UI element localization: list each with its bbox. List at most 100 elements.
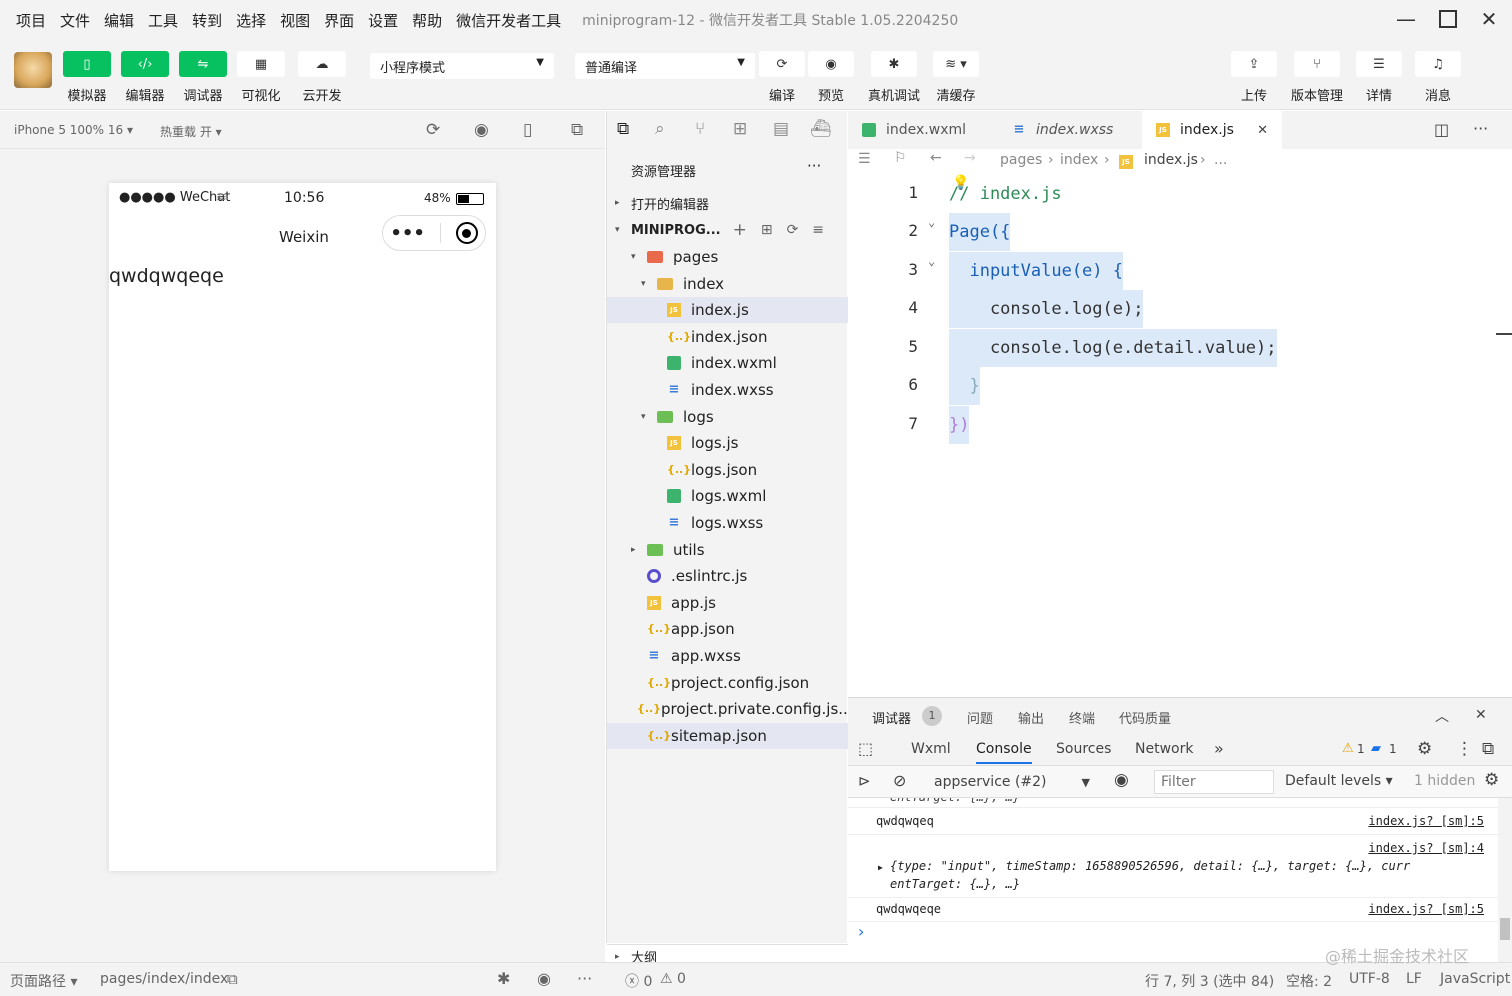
simulator-button[interactable]: ▯ 模拟器 bbox=[63, 51, 111, 104]
clear-console-icon[interactable]: ⊘ bbox=[893, 771, 906, 790]
tab-index-js[interactable]: JS index.js ✕ bbox=[1142, 111, 1282, 149]
compile-select[interactable]: 普通编译 ▼ bbox=[575, 53, 755, 79]
log-source-link[interactable]: index.js? [sm]:5 bbox=[1368, 902, 1484, 916]
rotate-icon[interactable]: ⟳ bbox=[426, 120, 440, 140]
language-mode[interactable]: JavaScript bbox=[1440, 971, 1510, 987]
tree-item[interactable]: .eslintrc.js bbox=[607, 563, 848, 589]
tree-item[interactable]: logs.wxml bbox=[607, 483, 848, 509]
close-tab-icon[interactable]: ✕ bbox=[1257, 123, 1268, 138]
bookmark-icon[interactable]: ⚐ bbox=[894, 150, 907, 166]
tab-terminal[interactable]: 终端 bbox=[1069, 708, 1095, 727]
breadcrumb-index[interactable]: index bbox=[1060, 152, 1098, 168]
menu-project[interactable]: 项目 bbox=[0, 10, 53, 31]
files-icon[interactable]: ⧉ bbox=[617, 119, 629, 139]
context-select[interactable]: appservice (#2) ▼ bbox=[926, 769, 1096, 795]
close-window-icon[interactable]: ✕ bbox=[1476, 7, 1502, 31]
encoding[interactable]: UTF-8 bbox=[1349, 971, 1390, 987]
chevron-right-icon[interactable]: ▸ bbox=[631, 545, 641, 555]
device-select[interactable]: iPhone 5 100% 16 ▾ bbox=[14, 123, 133, 137]
tab-index-wxml[interactable]: index.wxml bbox=[848, 111, 996, 149]
compile-button[interactable]: ⟳ 编译 bbox=[758, 51, 806, 104]
remote-debug-button[interactable]: ✱ 真机调试 bbox=[868, 51, 920, 104]
more-actions-icon[interactable]: ··· bbox=[1473, 119, 1488, 138]
search-icon[interactable]: ⌕ bbox=[655, 119, 665, 139]
cursor-position[interactable]: 行 7, 列 3 (选中 84) bbox=[1145, 971, 1274, 991]
expand-triangle-icon[interactable]: ▶ bbox=[878, 863, 883, 872]
tree-item[interactable]: JS index.js bbox=[607, 297, 848, 324]
menu-interface[interactable]: 界面 bbox=[317, 10, 361, 31]
clear-cache-button[interactable]: ≋ ▾ 清缓存 bbox=[932, 51, 980, 104]
tree-item[interactable]: {..} project.config.json bbox=[607, 670, 848, 696]
menu-settings[interactable]: 设置 bbox=[361, 10, 405, 31]
hot-reload-toggle[interactable]: 热重载 开 ▾ bbox=[160, 123, 222, 140]
docker-icon[interactable]: ⛴ bbox=[810, 119, 832, 139]
tree-item[interactable]: {..} sitemap.json bbox=[607, 722, 848, 749]
log-levels-select[interactable]: Default levels ▾ bbox=[1285, 773, 1393, 789]
more-tabs-chevron[interactable]: » bbox=[1214, 739, 1224, 758]
menu-edit[interactable]: 编辑 bbox=[97, 10, 141, 31]
tab-issues[interactable]: 问题 bbox=[967, 708, 993, 727]
refresh-explorer-icon[interactable]: ⟳ bbox=[787, 222, 799, 238]
explorer-more-button[interactable]: ··· bbox=[807, 157, 821, 175]
breadcrumb-pages[interactable]: pages bbox=[1000, 152, 1042, 168]
forward-arrow-icon[interactable]: → bbox=[964, 150, 976, 166]
breadcrumb-file[interactable]: index.js bbox=[1144, 152, 1198, 168]
source-control-icon[interactable]: ⑂ bbox=[695, 119, 705, 139]
debugger-button[interactable]: ⇋ 调试器 bbox=[179, 51, 227, 104]
log-source-link[interactable]: index.js? [sm]:5 bbox=[1368, 814, 1484, 828]
details-button[interactable]: ☰ 详情 bbox=[1355, 51, 1403, 104]
tree-item[interactable]: ≡ app.wxss bbox=[607, 643, 848, 669]
tab-console[interactable]: Console bbox=[976, 741, 1032, 764]
log-source-link[interactable]: index.js? [sm]:4 bbox=[1368, 841, 1484, 855]
error-count[interactable]: ⓧ 0 bbox=[625, 971, 652, 991]
tab-debugger[interactable]: 调试器 bbox=[872, 708, 911, 727]
tree-item[interactable]: {..} index.json bbox=[607, 324, 848, 350]
maximize-icon[interactable] bbox=[1435, 8, 1461, 30]
minimize-icon[interactable]: — bbox=[1393, 7, 1419, 31]
chevron-down-icon[interactable]: ▾ bbox=[641, 279, 651, 289]
tree-item[interactable]: ▾ pages bbox=[607, 244, 848, 270]
open-editors-section[interactable]: ▸ 打开的编辑器 bbox=[607, 191, 848, 215]
collapse-all-icon[interactable]: ≡ bbox=[812, 222, 824, 238]
cloud-button[interactable]: ☁ 云开发 bbox=[298, 51, 346, 104]
messages-button[interactable]: ♫ 消息 bbox=[1414, 51, 1462, 104]
chevron-down-icon[interactable]: ▾ bbox=[641, 412, 651, 422]
bug-icon[interactable]: ✱ bbox=[497, 969, 510, 988]
chevron-up-icon[interactable]: ︿ bbox=[1435, 706, 1449, 726]
tab-output[interactable]: 输出 bbox=[1018, 708, 1044, 727]
tree-item[interactable]: {..} logs.json bbox=[607, 457, 848, 483]
storage-icon[interactable]: ▤ bbox=[773, 119, 789, 139]
tab-wxml[interactable]: Wxml bbox=[911, 741, 951, 757]
version-button[interactable]: ⑂ 版本管理 bbox=[1291, 51, 1343, 104]
mode-select[interactable]: 小程序模式 ▼ bbox=[370, 53, 554, 79]
eye-icon[interactable]: ◉ bbox=[1114, 770, 1129, 790]
page-path-select[interactable]: 页面路径 ▾ bbox=[10, 971, 77, 991]
more-icon[interactable]: ··· bbox=[577, 969, 592, 988]
menu-wechat-devtools[interactable]: 微信开发者工具 bbox=[449, 10, 568, 31]
preview-button[interactable]: ◉ 预览 bbox=[807, 51, 855, 104]
close-capsule-icon[interactable] bbox=[455, 222, 478, 244]
tree-item[interactable]: ≡ index.wxss bbox=[607, 377, 848, 403]
copy-icon[interactable]: ⧉ bbox=[227, 970, 238, 988]
tree-item[interactable]: ≡ logs.wxss bbox=[607, 510, 848, 536]
editor-button[interactable]: ‹/› 编辑器 bbox=[121, 51, 169, 104]
capsule-menu[interactable]: ••• bbox=[382, 215, 486, 251]
gear-icon[interactable]: ⚙ bbox=[1417, 739, 1432, 759]
tab-network[interactable]: Network bbox=[1135, 741, 1193, 757]
new-file-icon[interactable]: + bbox=[733, 220, 747, 240]
tab-index-wxss[interactable]: ≡ index.wxss bbox=[998, 111, 1140, 149]
console-filter-input[interactable] bbox=[1154, 770, 1274, 794]
new-folder-icon[interactable]: ⊞ bbox=[761, 222, 773, 238]
warning-count[interactable]: 1 bbox=[1357, 742, 1365, 756]
indentation[interactable]: 空格: 2 bbox=[1286, 971, 1332, 991]
tree-item[interactable]: ▸ utils bbox=[607, 537, 848, 563]
upload-button[interactable]: ⇪ 上传 bbox=[1230, 51, 1278, 104]
console-scrollbar[interactable] bbox=[1498, 798, 1512, 963]
menu-goto[interactable]: 转到 bbox=[185, 10, 229, 31]
back-arrow-icon[interactable]: ← bbox=[930, 150, 942, 166]
warning-count[interactable]: ⚠ 0 bbox=[660, 971, 686, 987]
code-editor[interactable]: 1 2 3 4 5 6 7 💡 ⌄ ⌄ // index.js Page({ i… bbox=[848, 175, 1512, 695]
vertical-dots-icon[interactable]: ⋮ bbox=[1456, 739, 1473, 759]
scrollbar-thumb[interactable] bbox=[1500, 918, 1510, 940]
chevron-down-icon[interactable]: ▾ bbox=[631, 252, 641, 262]
